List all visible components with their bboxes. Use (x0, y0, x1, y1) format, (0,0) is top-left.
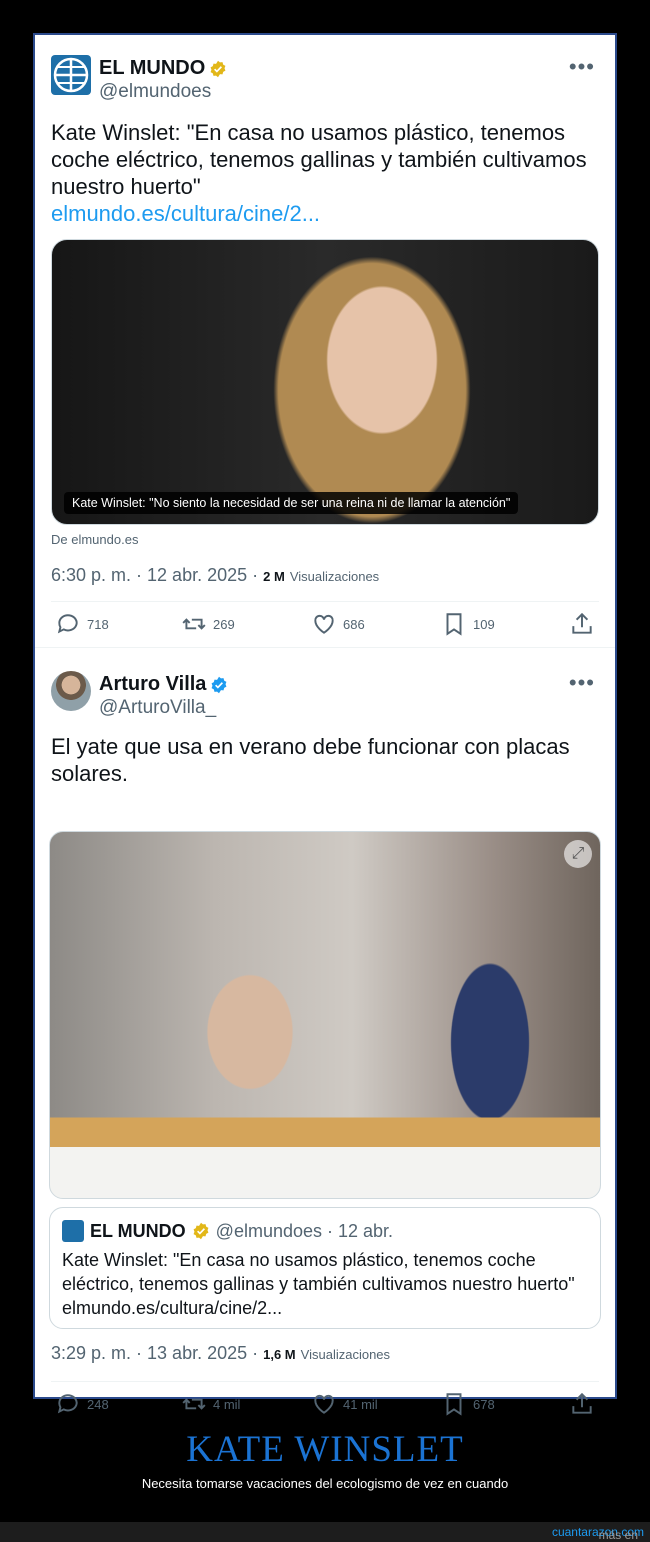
more-on-site: más en cuantarazon.com (551, 1525, 644, 1542)
elmundo-logo-icon (62, 1220, 84, 1242)
like-button[interactable]: 686 (311, 611, 365, 637)
post-title: KATE WINSLET (186, 1429, 464, 1470)
screenshot-card: EL MUNDO @elmundoes ••• Kate Winslet: "E… (33, 33, 617, 1416)
tweet-meta: 3:29 p. m. · 13 abr. 2025 · 1,6 M Visual… (51, 1343, 391, 1363)
repost-button[interactable]: 269 (181, 611, 235, 637)
divider (51, 1381, 599, 1382)
yacht-photo[interactable]: ⤢ (49, 831, 601, 1199)
site-footer: más en cuantarazon.com (0, 1522, 650, 1542)
repost-button[interactable]: 4 mil (181, 1391, 240, 1417)
share-icon (572, 612, 592, 634)
bookmark-button[interactable]: 678 (441, 1391, 495, 1417)
image-caption: Kate Winslet: "No siento la necesidad de… (64, 492, 519, 514)
reply-icon (57, 1394, 78, 1414)
article-image[interactable]: Kate Winslet: "No siento la necesidad de… (51, 239, 599, 525)
avatar[interactable] (51, 671, 91, 711)
action-bar: 248 4 mil 41 mil 678 (51, 1391, 599, 1421)
reply-button[interactable]: 248 (55, 1391, 109, 1417)
author-name[interactable]: EL MUNDO (99, 57, 227, 80)
tweet-separator (35, 647, 615, 648)
tweet-arturovilla: Arturo Villa @ArturoVilla_ ••• El yate q… (35, 649, 615, 1416)
repost-icon (182, 618, 206, 630)
tweet-header: EL MUNDO @elmundoes ••• (51, 55, 599, 103)
bookmark-button[interactable]: 109 (441, 611, 495, 637)
reply-icon (57, 614, 78, 634)
tweet-meta: 6:30 p. m. · 12 abr. 2025 · 2 M Visualiz… (51, 565, 380, 585)
post-subtitle: Necesita tomarse vacaciones del ecologis… (141, 1476, 509, 1491)
divider (51, 601, 599, 602)
media-overlay-icon[interactable]: ⤢ (564, 840, 592, 868)
author-handle[interactable]: @ArturoVilla_ (99, 697, 216, 719)
quoted-tweet[interactable]: EL MUNDO @elmundoes · 12 abr. Kate Winsl… (49, 1207, 601, 1329)
repost-icon (182, 1398, 206, 1410)
action-bar: 718 269 686 109 (51, 611, 599, 641)
gold-verified-badge-icon (210, 60, 226, 77)
author-name[interactable]: Arturo Villa (99, 673, 228, 696)
share-button[interactable] (569, 1391, 595, 1417)
like-button[interactable]: 41 mil (311, 1391, 378, 1417)
tweet-header: Arturo Villa @ArturoVilla_ ••• (51, 671, 599, 719)
article-link[interactable]: elmundo.es/cultura/cine/2... (51, 200, 599, 227)
reply-button[interactable]: 718 (55, 611, 109, 637)
share-icon (572, 1392, 592, 1414)
bookmark-icon (446, 1393, 462, 1416)
tweet-text: El yate que usa en verano debe funcionar… (51, 734, 570, 786)
author-handle[interactable]: @elmundoes (99, 81, 211, 103)
link-source[interactable]: De elmundo.es (51, 532, 138, 547)
heart-icon (314, 1394, 334, 1414)
heart-icon (314, 614, 334, 634)
tweet-text: Kate Winslet: "En casa no usamos plástic… (51, 119, 599, 227)
elmundo-logo-icon[interactable] (51, 55, 91, 95)
quoted-tweet-text: Kate Winslet: "En casa no usamos plástic… (62, 1250, 575, 1318)
more-options-icon[interactable]: ••• (569, 672, 595, 694)
bookmark-icon (446, 613, 462, 636)
share-button[interactable] (569, 611, 595, 637)
tweet-elmundo: EL MUNDO @elmundoes ••• Kate Winslet: "E… (35, 35, 615, 648)
blue-verified-badge-icon (212, 676, 227, 693)
gold-verified-badge-icon (193, 1222, 209, 1240)
more-options-icon[interactable]: ••• (569, 56, 595, 78)
quoted-tweet-header: EL MUNDO @elmundoes · 12 abr. (62, 1220, 393, 1242)
